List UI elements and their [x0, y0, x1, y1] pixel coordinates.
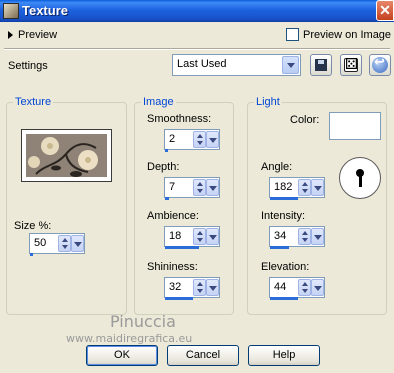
intensity-spinner[interactable]: 34 — [269, 226, 325, 249]
reset-icon — [372, 55, 388, 73]
depth-label: Depth: — [147, 161, 180, 173]
expand-arrow-icon — [8, 31, 13, 39]
depth-value: 7 — [169, 181, 176, 193]
elevation-spinner[interactable]: 44 — [269, 277, 325, 300]
angle-label: Angle: — [261, 161, 293, 173]
settings-label: Settings — [8, 60, 48, 72]
elevation-slider-bar[interactable] — [270, 297, 298, 300]
preview-on-image-checkbox[interactable] — [286, 28, 299, 41]
smoothness-dropdown-arrow[interactable] — [206, 131, 219, 148]
app-icon — [3, 3, 19, 19]
ambience-spinner[interactable]: 18 — [164, 226, 220, 249]
angle-dial[interactable] — [339, 157, 381, 199]
ambience-slider-bar[interactable] — [165, 246, 199, 249]
intensity-slider-bar[interactable] — [270, 246, 289, 249]
ambience-dropdown-arrow[interactable] — [206, 228, 219, 245]
size-spinner[interactable]: 50 — [29, 233, 85, 256]
floppy-icon — [315, 59, 327, 71]
image-group-title: Image — [141, 96, 176, 108]
texture-group-title: Texture — [13, 96, 54, 108]
color-label: Color: — [290, 114, 320, 126]
texture-image — [26, 134, 107, 177]
depth-dropdown-arrow[interactable] — [206, 179, 219, 196]
ok-button[interactable]: OK — [86, 345, 158, 366]
smoothness-label: Smoothness: — [147, 113, 212, 125]
depth-slider-bar[interactable] — [165, 197, 169, 200]
shininess-updown[interactable] — [193, 279, 206, 296]
cancel-button[interactable]: Cancel — [167, 345, 239, 366]
ambience-value: 18 — [169, 230, 182, 242]
randomize-button[interactable] — [340, 54, 362, 76]
size-dropdown-arrow[interactable] — [71, 235, 84, 252]
ambience-updown[interactable] — [193, 228, 206, 245]
smoothness-spinner[interactable]: 2 — [164, 129, 220, 152]
angle-updown[interactable] — [298, 179, 311, 196]
shininess-slider-bar[interactable] — [165, 297, 193, 300]
elevation-updown[interactable] — [298, 279, 311, 296]
angle-slider-bar[interactable] — [270, 197, 298, 200]
smoothness-updown[interactable] — [193, 131, 206, 148]
intensity-dropdown-arrow[interactable] — [311, 228, 324, 245]
size-value: 50 — [34, 237, 47, 249]
settings-dropdown[interactable]: Last Used — [172, 54, 301, 76]
shininess-value: 32 — [169, 281, 182, 293]
depth-updown[interactable] — [193, 179, 206, 196]
angle-value: 182 — [274, 181, 293, 193]
preview-on-image-label: Preview on Image — [303, 29, 392, 41]
smoothness-value: 2 — [169, 133, 176, 145]
angle-spinner[interactable]: 182 — [269, 177, 325, 200]
close-button[interactable]: ✕ — [376, 0, 394, 21]
preview-row: Preview Preview on Image — [0, 22, 394, 48]
elevation-value: 44 — [274, 281, 287, 293]
divider — [4, 48, 390, 50]
reset-button[interactable] — [369, 54, 391, 76]
intensity-label: Intensity: — [261, 210, 306, 222]
smoothness-slider-bar[interactable] — [165, 149, 168, 152]
shininess-label: Shininess: — [147, 261, 198, 273]
title-bar: Texture ✕ — [0, 0, 394, 22]
angle-dropdown-arrow[interactable] — [311, 179, 324, 196]
save-preset-button[interactable] — [310, 54, 332, 76]
dial-needle-icon — [359, 171, 362, 187]
dropdown-arrow-icon[interactable] — [282, 56, 299, 74]
light-color-swatch[interactable] — [329, 112, 381, 140]
size-label: Size %: — [14, 220, 52, 232]
preview-toggle[interactable]: Preview — [8, 29, 57, 41]
dice-icon — [344, 55, 358, 73]
ambience-label: Ambience: — [147, 210, 199, 222]
settings-value: Last Used — [177, 58, 227, 70]
intensity-updown[interactable] — [298, 228, 311, 245]
elevation-label: Elevation: — [261, 261, 310, 273]
shininess-dropdown-arrow[interactable] — [206, 279, 219, 296]
window-title: Texture — [22, 3, 68, 18]
elevation-dropdown-arrow[interactable] — [311, 279, 324, 296]
preview-label: Preview — [18, 29, 58, 41]
intensity-value: 34 — [274, 230, 287, 242]
watermark-name: Pinuccia — [110, 312, 176, 331]
help-button[interactable]: Help — [248, 345, 320, 366]
size-updown[interactable] — [58, 235, 71, 252]
size-slider-bar[interactable] — [30, 253, 33, 256]
shininess-spinner[interactable]: 32 — [164, 277, 220, 300]
watermark-url: www.maidiregrafica.eu — [66, 332, 193, 345]
depth-spinner[interactable]: 7 — [164, 177, 220, 200]
light-group-title: Light — [254, 96, 282, 108]
texture-preview[interactable] — [21, 129, 112, 182]
